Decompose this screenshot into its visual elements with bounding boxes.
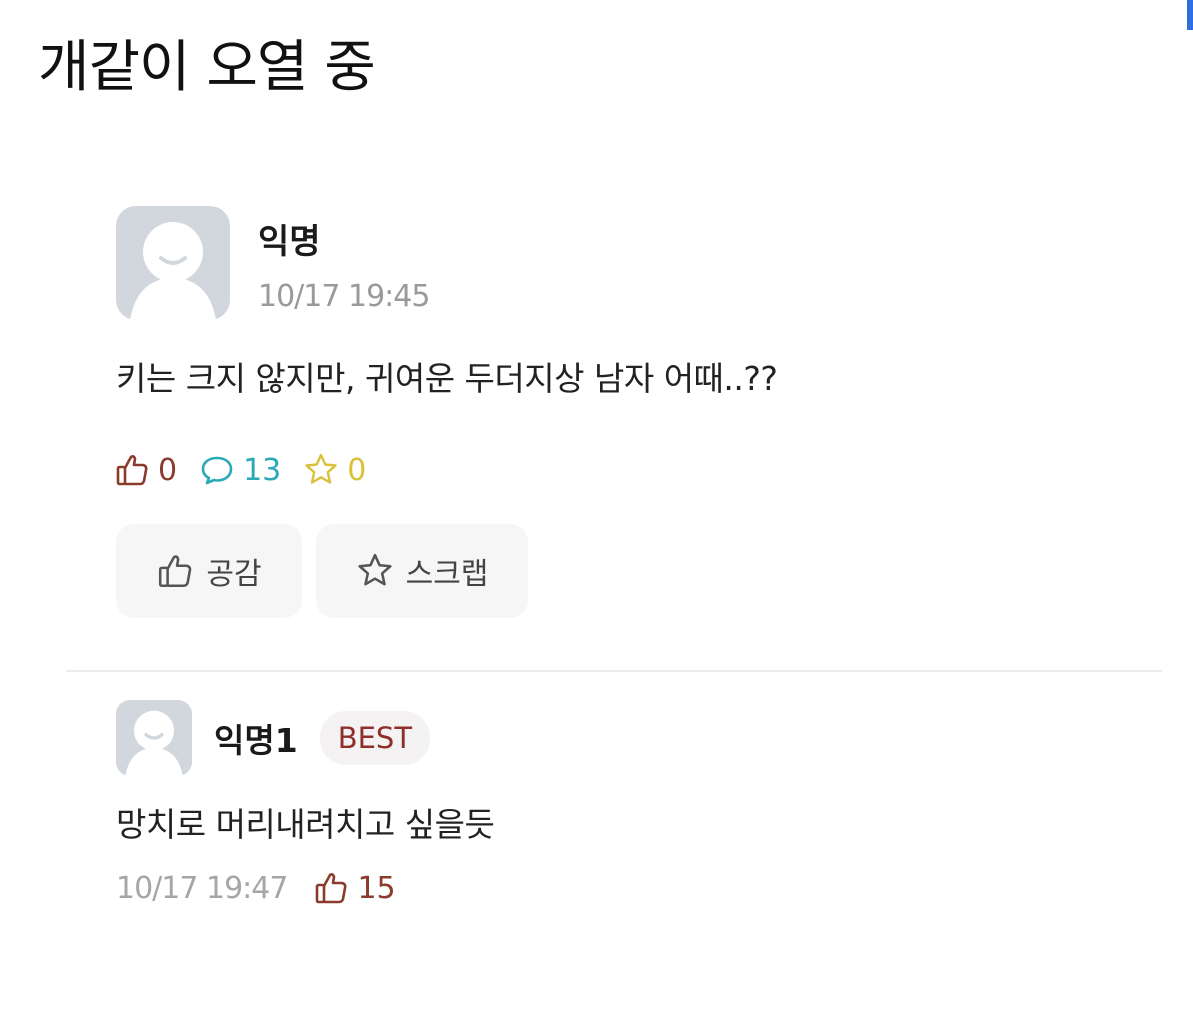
- post-stats: 0 13 0: [114, 452, 388, 488]
- thumbs-up-icon: [159, 555, 192, 588]
- comment-like-count: 15: [357, 870, 396, 906]
- like-count-value: 0: [158, 452, 178, 488]
- scrap-count: 0: [303, 452, 366, 488]
- empathy-button-label: 공감: [206, 557, 262, 592]
- star-icon: [358, 553, 392, 586]
- comment-like-button[interactable]: 15: [313, 870, 396, 906]
- thumbs-up-icon: [116, 455, 148, 486]
- comment-avatar: [116, 700, 192, 776]
- scrap-count-value: 0: [347, 452, 367, 488]
- avatar: [116, 206, 230, 320]
- comment-author: 익명1: [214, 721, 298, 760]
- page: 개같이 오열 중 익명 10/17 19:45 키는 크지 않지만, 귀여운 두…: [0, 0, 1193, 1024]
- star-icon: [305, 453, 337, 484]
- comment-header: 익명1 BEST: [116, 700, 431, 776]
- default-avatar-icon: [125, 710, 183, 776]
- action-buttons: 공감 스크랩: [116, 524, 542, 618]
- default-avatar-icon: [130, 222, 216, 320]
- comment-count: 13: [199, 452, 281, 488]
- post-body: 키는 크지 않지만, 귀여운 두더지상 남자 어때..??: [116, 359, 778, 398]
- post-header: 익명 10/17 19:45: [116, 206, 430, 320]
- caption-text: 개같이 오열 중: [38, 35, 376, 100]
- comment-date: 10/17 19:47: [116, 870, 288, 906]
- speech-bubble-icon: [201, 456, 233, 485]
- comment-body: 망치로 머리내려치고 싶을듯: [116, 805, 495, 844]
- comment-count-value: 13: [243, 452, 282, 488]
- empathy-button[interactable]: 공감: [116, 524, 302, 618]
- post-meta: 익명 10/17 19:45: [258, 206, 430, 320]
- post-author: 익명: [258, 222, 321, 262]
- scrap-button[interactable]: 스크랩: [316, 524, 528, 618]
- comment-footer: 10/17 19:47 15: [116, 870, 396, 906]
- scrap-button-label: 스크랩: [405, 557, 489, 592]
- corner-mark: [1187, 0, 1193, 30]
- best-badge: BEST: [319, 711, 431, 765]
- post-date: 10/17 19:45: [258, 279, 430, 314]
- divider: [66, 670, 1162, 672]
- like-count: 0: [114, 452, 177, 488]
- thumbs-up-icon: [316, 873, 347, 904]
